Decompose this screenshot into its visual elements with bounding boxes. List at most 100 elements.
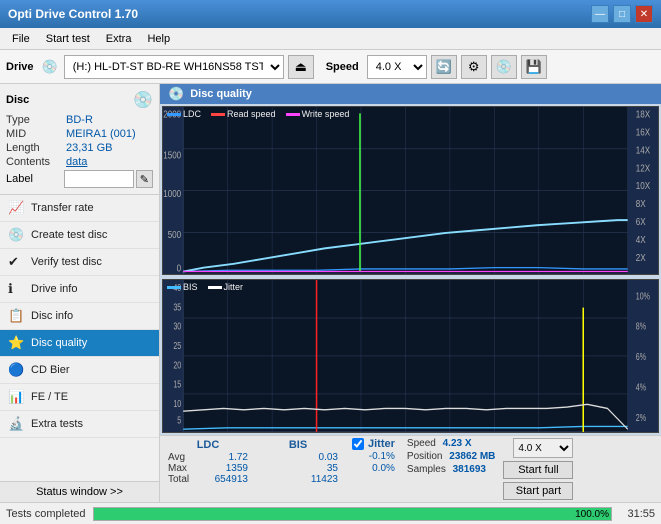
main-area: Disc 💿 Type BD-R MID MEIRA1 (001) Length… (0, 84, 661, 502)
bottom-chart-svg: 40 35 30 25 20 15 10 5 10% 8% 6% 4% 2% 0… (163, 280, 658, 432)
legend-bis-label: BIS (183, 282, 198, 292)
refresh-button[interactable]: 🔄 (431, 55, 457, 79)
stats-bis-max-row: 35 (258, 463, 338, 474)
disc-type-value: BD-R (66, 114, 153, 126)
close-button[interactable]: ✕ (635, 5, 653, 23)
legend-write-speed: Write speed (286, 109, 350, 119)
stats-bis-header: BIS (258, 438, 338, 452)
settings-button[interactable]: ⚙ (461, 55, 487, 79)
sidebar: Disc 💿 Type BD-R MID MEIRA1 (001) Length… (0, 84, 160, 502)
svg-text:10: 10 (173, 398, 181, 409)
nav-disc-quality[interactable]: ⭐ Disc quality (0, 330, 159, 357)
drive-label: Drive (6, 61, 34, 73)
nav-verify-test-disc-label: Verify test disc (31, 256, 102, 268)
nav-disc-info-label: Disc info (31, 310, 73, 322)
nav-fe-te[interactable]: 📊 FE / TE (0, 384, 159, 411)
stats-bis-max-val: 35 (258, 463, 338, 474)
stats-speed-select[interactable]: 4.0 X (513, 438, 573, 458)
svg-text:2%: 2% (636, 412, 647, 423)
svg-text:35: 35 (173, 301, 181, 312)
disc-contents-value[interactable]: data (66, 156, 153, 168)
ldc-color (167, 113, 181, 116)
nav-extra-tests-label: Extra tests (31, 418, 83, 430)
nav-disc-quality-label: Disc quality (31, 337, 87, 349)
disc-icon: 💿 (133, 90, 153, 110)
minimize-button[interactable]: — (591, 5, 609, 23)
transfer-rate-icon: 📈 (8, 200, 26, 216)
legend-jitter-label: Jitter (224, 282, 244, 292)
position-label: Position (407, 451, 443, 462)
disc-label-edit-button[interactable]: ✎ (136, 170, 153, 188)
charts-area: LDC Read speed Write speed (160, 104, 661, 435)
stats-max-label: Max (168, 463, 204, 474)
nav-drive-info[interactable]: ℹ Drive info (0, 276, 159, 303)
stats-ldc-max-row: Max 1359 (168, 463, 248, 474)
nav-create-test-disc-label: Create test disc (31, 229, 107, 241)
verify-test-disc-icon: ✔ (8, 254, 26, 270)
top-chart-legend: LDC Read speed Write speed (167, 109, 349, 119)
svg-text:14X: 14X (636, 144, 650, 155)
menu-start-test[interactable]: Start test (38, 31, 98, 47)
disc-quality-header-title: Disc quality (190, 88, 252, 100)
nav-items: 📈 Transfer rate 💿 Create test disc ✔ Ver… (0, 195, 159, 481)
status-window-button[interactable]: Status window >> (0, 481, 159, 502)
maximize-button[interactable]: □ (613, 5, 631, 23)
legend-bis: BIS (167, 282, 198, 292)
samples-val: 381693 (453, 464, 486, 475)
svg-text:4X: 4X (636, 234, 646, 245)
jitter-checkbox[interactable] (352, 438, 364, 450)
legend-read-speed-label: Read speed (227, 109, 276, 119)
speed-select[interactable]: 4.0 X (367, 55, 427, 79)
start-part-button[interactable]: Start part (503, 482, 573, 500)
disc-label-input[interactable] (64, 170, 134, 188)
app-title: Opti Drive Control 1.70 (8, 7, 138, 21)
position-val: 23862 MB (449, 451, 495, 462)
disc-label-key: Label (6, 173, 64, 185)
svg-text:10%: 10% (636, 290, 651, 301)
speed-label-stat: Speed (407, 438, 436, 449)
stats-jitter-avg-val: -0.1% (352, 451, 395, 462)
svg-text:20: 20 (173, 359, 181, 370)
svg-text:25: 25 (173, 340, 181, 351)
disc-button[interactable]: 💿 (491, 55, 517, 79)
menubar: File Start test Extra Help (0, 28, 661, 50)
stats-area: LDC Avg 1.72 Max 1359 Total 654913 BIS (160, 435, 661, 502)
legend-write-speed-label: Write speed (302, 109, 350, 119)
svg-text:8%: 8% (636, 321, 647, 332)
cd-bier-icon: 🔵 (8, 362, 26, 378)
menu-file[interactable]: File (4, 31, 38, 47)
start-full-button[interactable]: Start full (503, 461, 573, 479)
svg-text:6X: 6X (636, 216, 646, 227)
nav-create-test-disc[interactable]: 💿 Create test disc (0, 222, 159, 249)
svg-text:5: 5 (177, 415, 181, 426)
nav-disc-info[interactable]: 📋 Disc info (0, 303, 159, 330)
progress-label: 100.0% (575, 508, 609, 522)
disc-panel: Disc 💿 Type BD-R MID MEIRA1 (001) Length… (0, 84, 159, 195)
window-controls: — □ ✕ (591, 5, 653, 23)
nav-transfer-rate[interactable]: 📈 Transfer rate (0, 195, 159, 222)
stats-bis-total-val: 11423 (258, 474, 338, 485)
menu-help[interactable]: Help (139, 31, 178, 47)
disc-length-row: Length 23,31 GB (6, 142, 153, 154)
svg-text:2X: 2X (636, 252, 646, 263)
menu-extra[interactable]: Extra (98, 31, 140, 47)
stats-bis-avg-row: 0.03 (258, 452, 338, 463)
svg-text:500: 500 (168, 229, 181, 240)
position-row: Position 23862 MB (407, 451, 496, 462)
nav-fe-te-label: FE / TE (31, 391, 68, 403)
nav-extra-tests[interactable]: 🔬 Extra tests (0, 411, 159, 438)
bottom-chart-legend: BIS Jitter (167, 282, 243, 292)
drive-select[interactable]: (H:) HL-DT-ST BD-RE WH16NS58 TST4 (64, 55, 284, 79)
disc-panel-title: Disc (6, 94, 29, 106)
nav-verify-test-disc[interactable]: ✔ Verify test disc (0, 249, 159, 276)
nav-transfer-rate-label: Transfer rate (31, 202, 94, 214)
eject-button[interactable]: ⏏ (288, 55, 314, 79)
drive-info-icon: ℹ (8, 281, 26, 297)
save-button[interactable]: 💾 (521, 55, 547, 79)
legend-ldc-label: LDC (183, 109, 201, 119)
speed-row: Speed 4.23 X (407, 438, 496, 449)
nav-cd-bier[interactable]: 🔵 CD Bier (0, 357, 159, 384)
stats-bis-avg-val: 0.03 (258, 452, 338, 463)
stats-ldc-max-val: 1359 (204, 463, 248, 474)
samples-label: Samples (407, 464, 446, 475)
